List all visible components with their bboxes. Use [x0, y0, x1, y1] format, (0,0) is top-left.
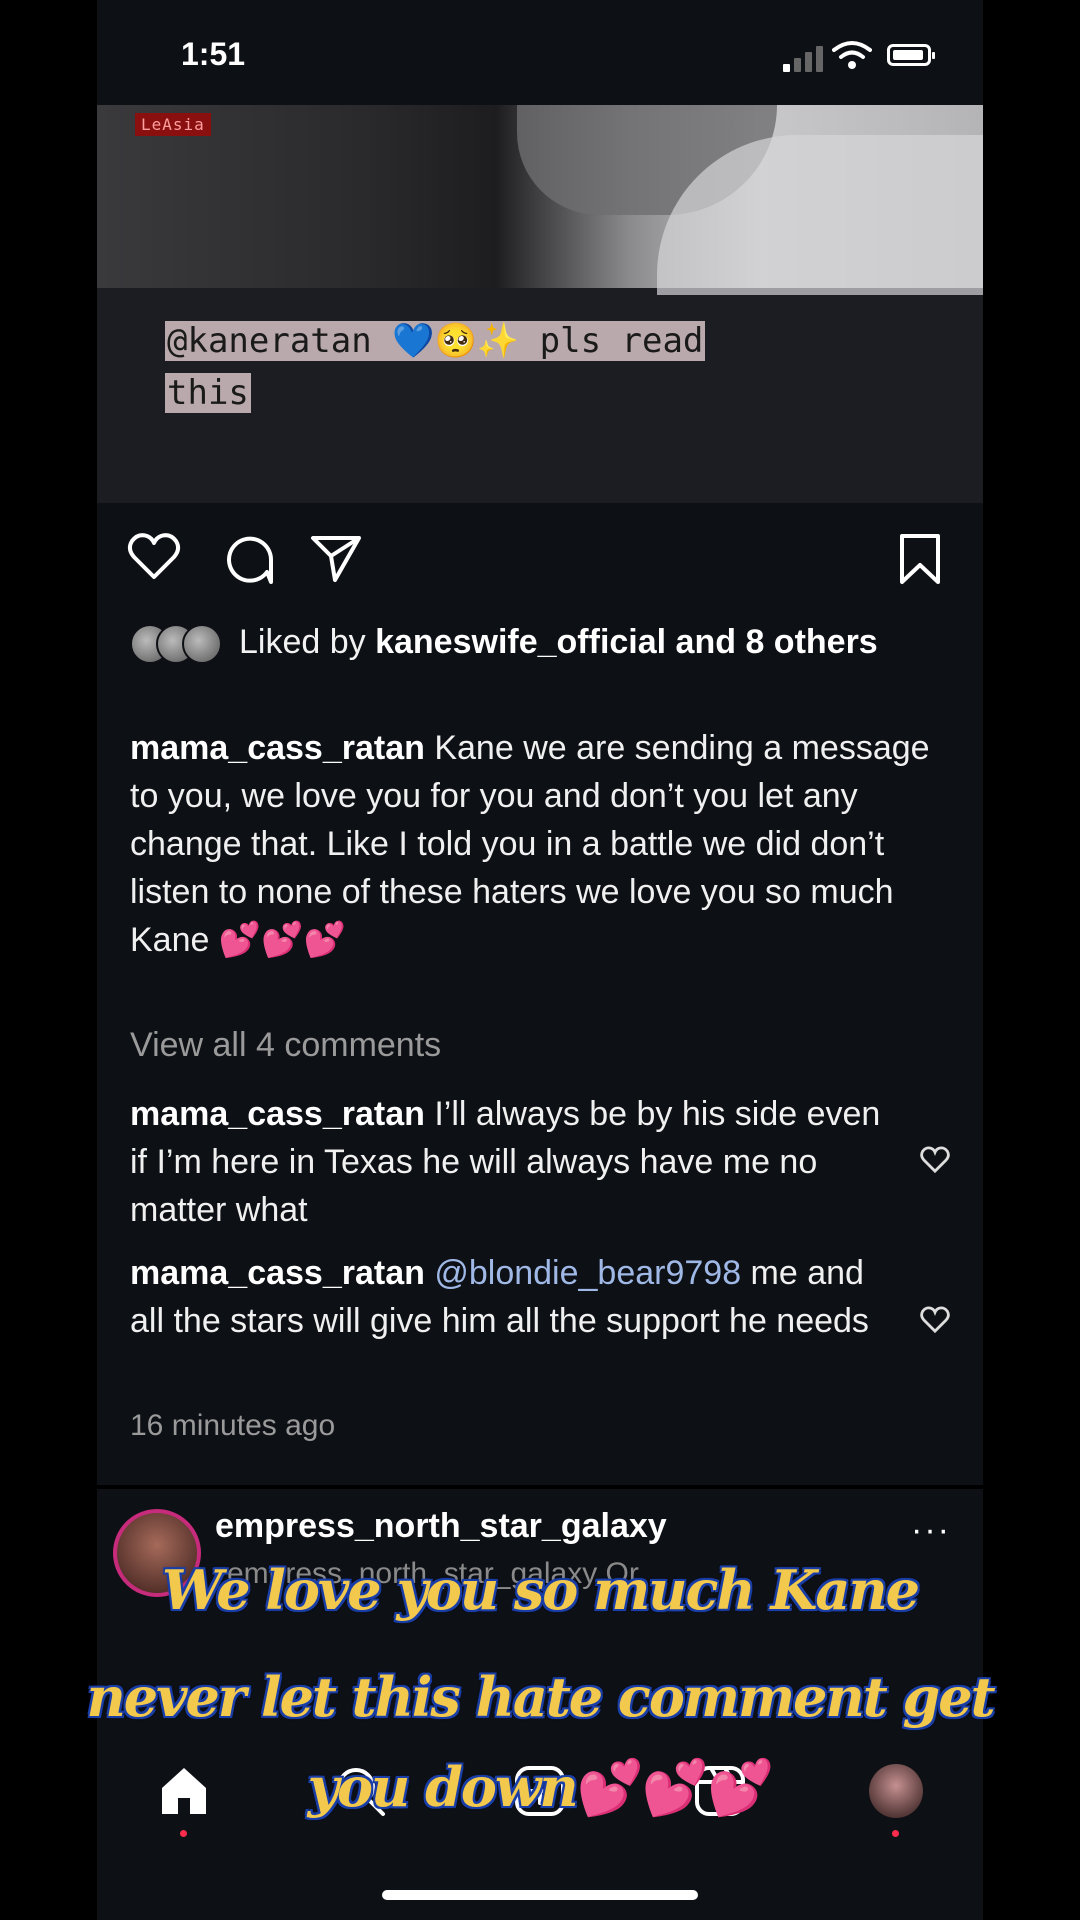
image-label: LeAsia: [135, 113, 211, 136]
share-icon[interactable]: [309, 532, 363, 586]
image-caption: @kaneratan 💙🥺✨ pls read this: [165, 315, 865, 419]
overlay-hearts: 💕💕💕: [576, 1755, 775, 1819]
bookmark-icon[interactable]: [897, 532, 943, 586]
comment-like-icon[interactable]: [920, 1306, 950, 1334]
likes-summary[interactable]: Liked by kaneswife_official and 8 others: [130, 618, 950, 666]
caption-user[interactable]: mama_cass_ratan: [130, 729, 425, 767]
profile-indicator-dot: [892, 1830, 899, 1837]
likes-suffix[interactable]: and 8 others: [666, 623, 878, 661]
comment-user[interactable]: mama_cass_ratan: [130, 1254, 425, 1292]
heart-icon[interactable]: [127, 532, 181, 582]
more-options-icon[interactable]: ···: [911, 1511, 951, 1550]
post-caption: mama_cass_ratan Kane we are sending a me…: [130, 724, 930, 964]
post-timestamp: 16 minutes ago: [130, 1409, 336, 1442]
post-actions: [97, 532, 983, 592]
battery-icon: [887, 44, 935, 66]
instagram-screen: 1:51 LeAsia @kaneratan 💙🥺✨ pls read this: [97, 0, 983, 1920]
comment: mama_cass_ratan @blondie_bear9798 me and…: [130, 1249, 890, 1345]
image-caption-line1: @kaneratan 💙🥺✨ pls read: [165, 321, 706, 361]
wifi-icon: [832, 41, 872, 69]
view-all-comments[interactable]: View all 4 comments: [130, 1026, 441, 1065]
comment-like-icon[interactable]: [920, 1146, 950, 1174]
overlay-text-line3-words: you down: [307, 1755, 579, 1819]
status-bar: 1:51: [97, 0, 983, 105]
comment: mama_cass_ratan I’ll always be by his si…: [130, 1090, 890, 1234]
home-indicator-dot: [180, 1830, 187, 1837]
image-caption-line2: this: [165, 373, 251, 413]
post-image[interactable]: LeAsia @kaneratan 💙🥺✨ pls read this: [97, 105, 983, 503]
next-post-username[interactable]: empress_north_star_galaxy: [215, 1507, 667, 1546]
overlay-text-line3: you down💕💕💕: [0, 1755, 1080, 1820]
overlay-text-line1: We love you so much Kane: [161, 1558, 920, 1622]
comment-user[interactable]: mama_cass_ratan: [130, 1095, 425, 1133]
signal-icon: [783, 44, 825, 72]
liker-avatars: [130, 624, 230, 664]
overlay-text-line2: never let this hate comment get: [86, 1665, 995, 1729]
photo: LeAsia: [97, 105, 983, 295]
likes-prefix: Liked by: [239, 623, 376, 661]
status-time: 1:51: [181, 36, 246, 72]
home-indicator[interactable]: [382, 1890, 698, 1900]
likes-user[interactable]: kaneswife_official: [375, 623, 666, 661]
comment-mention[interactable]: @blondie_bear9798: [425, 1254, 741, 1292]
comment-icon[interactable]: [221, 532, 275, 586]
